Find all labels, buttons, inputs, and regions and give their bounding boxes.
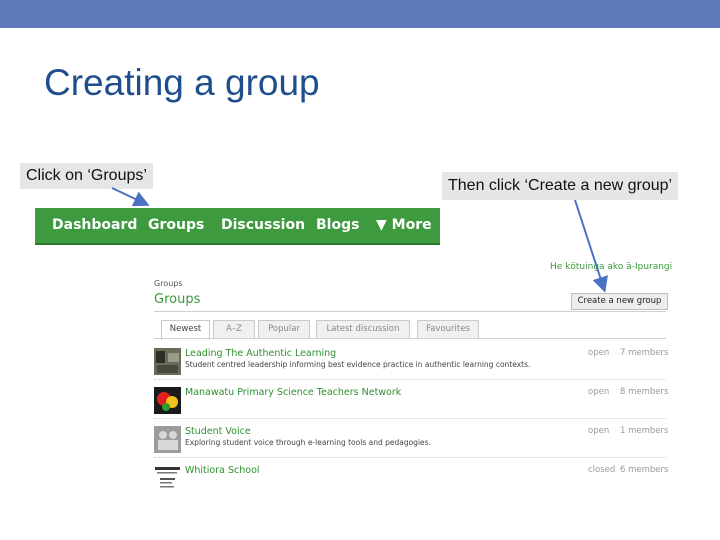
arrow-to-groups	[111, 187, 150, 207]
arrow-to-create-button	[574, 199, 608, 293]
callout-arrows	[111, 187, 608, 293]
